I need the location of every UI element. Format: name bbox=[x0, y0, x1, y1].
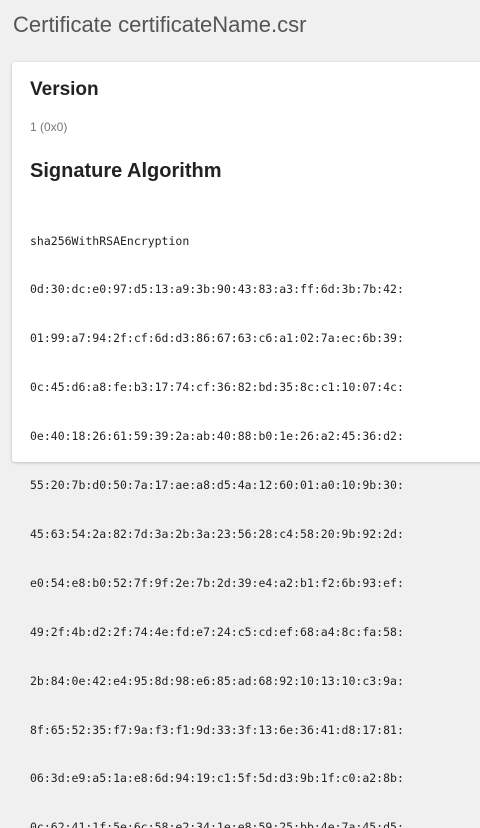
page-title: Certificate certificateName.csr bbox=[13, 12, 307, 37]
signature-hex-line: e0:54:e8:b0:52:7f:9f:2e:7b:2d:39:e4:a2:b… bbox=[30, 575, 404, 590]
version-value: 1 (0x0) bbox=[30, 120, 68, 134]
signature-algorithm-name: sha256WithRSAEncryption bbox=[30, 233, 190, 248]
signature-hex-line: 55:20:7b:d0:50:7a:17:ae:a8:d5:4a:12:60:0… bbox=[30, 478, 404, 493]
version-heading: Version bbox=[30, 79, 99, 100]
certificate-details-card: Version 1 (0x0) Signature Algorithm sha2… bbox=[12, 62, 480, 828]
signature-hex-line: 0c:45:d6:a8:fe:b3:17:74:cf:36:82:bd:35:8… bbox=[30, 380, 404, 395]
signature-hex-line: 0d:30:dc:e0:97:d5:13:a9:3b:90:43:83:a3:f… bbox=[30, 282, 404, 297]
signature-hex-line: 2b:84:0e:42:e4:95:8d:98:e6:85:ad:68:92:1… bbox=[30, 673, 404, 688]
signature-hex-line: 0e:40:18:26:61:59:39:2a:ab:40:88:b0:1e:2… bbox=[30, 429, 404, 444]
signature-hex-line: 49:2f:4b:d2:2f:74:4e:fd:e7:24:c5:cd:ef:6… bbox=[30, 624, 404, 639]
signature-algorithm-heading: Signature Algorithm bbox=[30, 160, 222, 182]
signature-hex-line: 8f:65:52:35:f7:9a:f3:f1:9d:33:3f:13:6e:3… bbox=[30, 722, 404, 737]
signature-hex-line: 06:3d:e9:a5:1a:e8:6d:94:19:c1:5f:5d:d3:9… bbox=[30, 771, 404, 786]
signature-block: sha256WithRSAEncryption 0d:30:dc:e0:97:d… bbox=[30, 200, 404, 828]
signature-hex-line: 01:99:a7:94:2f:cf:6d:d3:86:67:63:c6:a1:0… bbox=[30, 331, 404, 346]
signature-hex-line: 0c:62:41:1f:5e:6c:58:e2:34:1e:e8:59:25:b… bbox=[30, 820, 404, 828]
signature-hex-line: 45:63:54:2a:82:7d:3a:2b:3a:23:56:28:c4:5… bbox=[30, 526, 404, 541]
